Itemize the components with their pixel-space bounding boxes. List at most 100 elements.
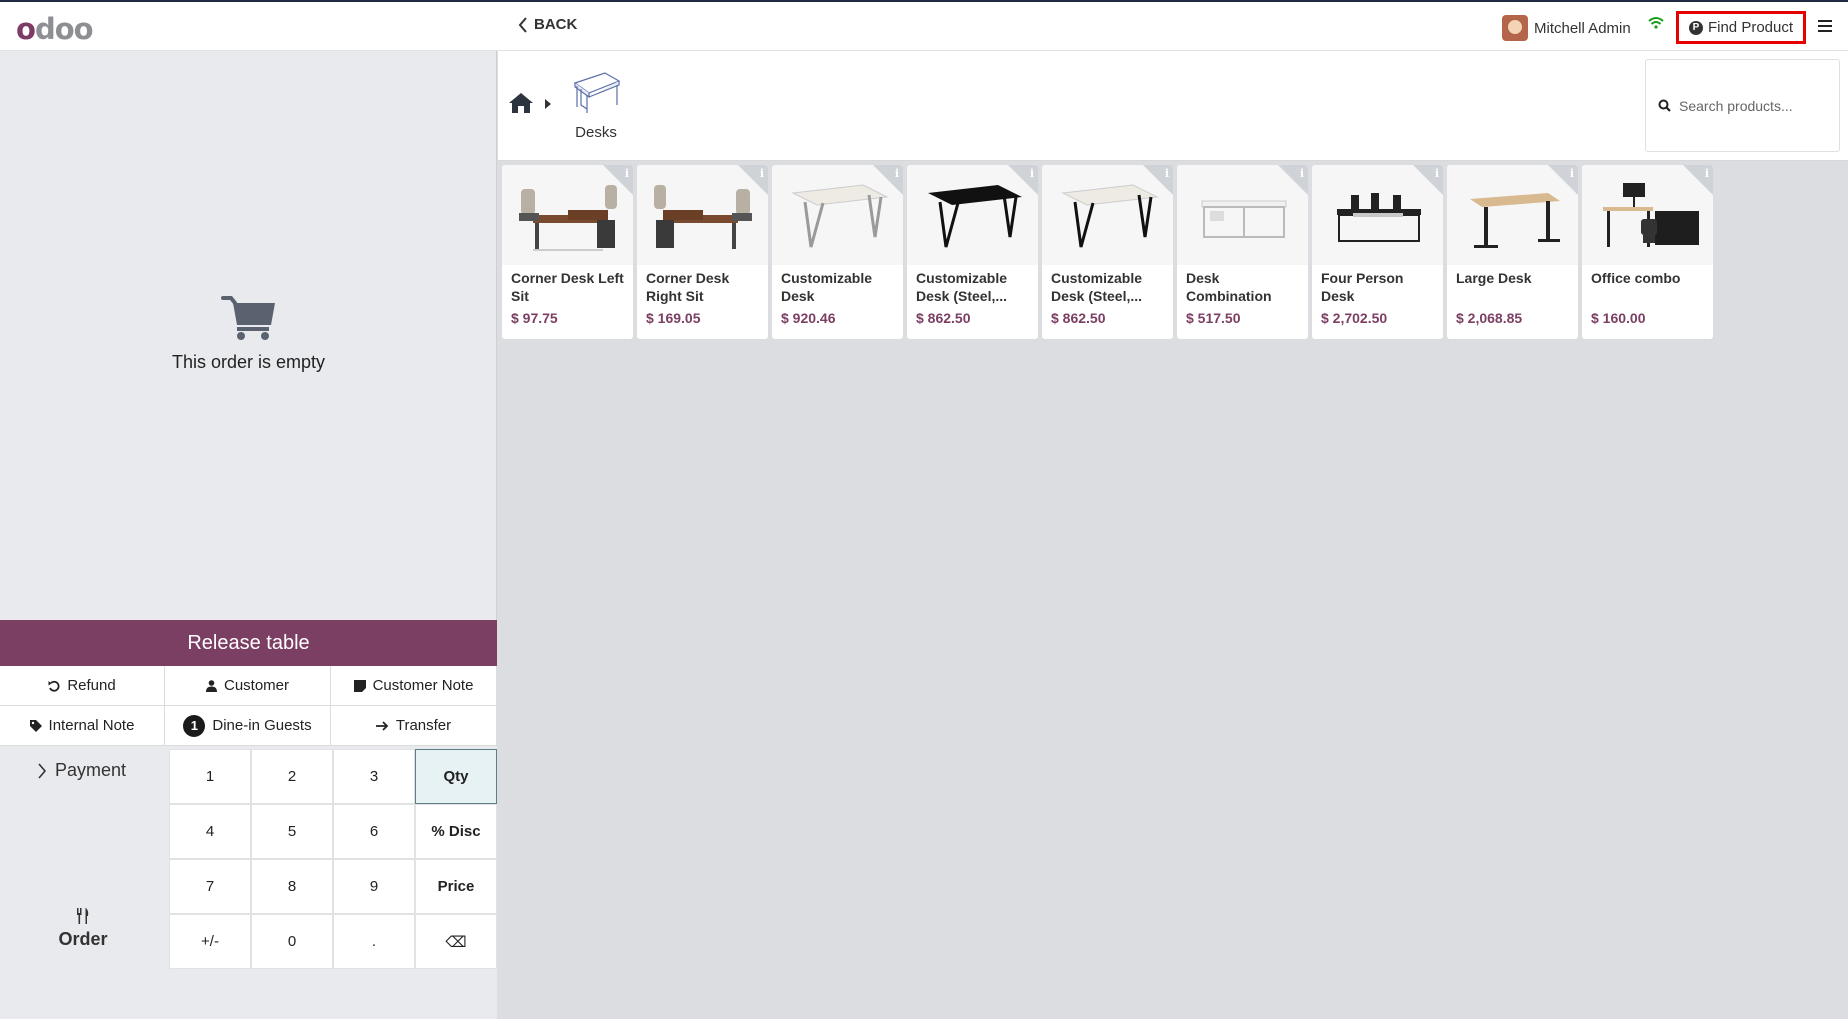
info-icon[interactable]: i bbox=[1165, 167, 1169, 180]
find-product-label: Find Product bbox=[1707, 19, 1794, 36]
product-name: Large Desk bbox=[1456, 270, 1532, 286]
customer-note-button[interactable]: Customer Note bbox=[331, 666, 497, 706]
arrow-right-icon bbox=[375, 720, 389, 731]
product-card[interactable]: i Customizable Desk (Aluminiu... $ 920.4… bbox=[772, 165, 903, 339]
customer-button[interactable]: Customer bbox=[165, 666, 331, 706]
product-card[interactable]: i Office combo $ 160.00 bbox=[1582, 165, 1713, 339]
product-price: $ 862.50 bbox=[1051, 310, 1106, 326]
payment-button[interactable]: Payment bbox=[38, 760, 126, 781]
numpad-key-7[interactable]: 7 bbox=[169, 859, 251, 914]
refund-button[interactable]: Refund bbox=[0, 666, 165, 706]
order-button[interactable]: Order bbox=[50, 908, 116, 950]
product-card[interactable]: i Corner Desk Left Sit $ 97.75 bbox=[502, 165, 633, 339]
customer-label: Customer bbox=[223, 677, 290, 694]
customer-note-label: Customer Note bbox=[372, 677, 474, 694]
release-table-button[interactable]: Release table bbox=[0, 620, 497, 666]
product-name: Office combo bbox=[1591, 270, 1681, 286]
numpad-key-8[interactable]: 8 bbox=[251, 859, 333, 914]
guests-label: Dine-in Guests bbox=[212, 717, 312, 734]
info-icon[interactable]: i bbox=[895, 167, 899, 180]
internal-note-label: Internal Note bbox=[48, 717, 135, 734]
numpad-price-mode[interactable]: Price bbox=[415, 859, 497, 914]
product-card[interactable]: i Desk Combination $ 517.50 bbox=[1177, 165, 1308, 339]
product-name: Corner Desk Left Sit bbox=[511, 270, 624, 304]
product-card[interactable]: i Customizable Desk (Steel,... $ 862.50 bbox=[1042, 165, 1173, 339]
numpad-qty-mode[interactable]: Qty bbox=[415, 749, 497, 804]
info-icon[interactable]: i bbox=[1435, 167, 1439, 180]
undo-icon bbox=[48, 680, 60, 692]
desk-icon bbox=[573, 72, 621, 113]
utensils-icon bbox=[77, 908, 89, 924]
product-name: Desk Combination bbox=[1186, 270, 1272, 304]
numpad: 1 2 3 Qty 4 5 6 % Disc 7 8 9 Price +/- 0… bbox=[169, 749, 497, 969]
category-bar: Desks bbox=[498, 51, 1848, 161]
info-icon[interactable]: i bbox=[1705, 167, 1709, 180]
numpad-key-2[interactable]: 2 bbox=[251, 749, 333, 804]
breadcrumb-separator-icon bbox=[545, 99, 551, 109]
info-icon[interactable]: i bbox=[1570, 167, 1574, 180]
product-price: $ 920.46 bbox=[781, 310, 836, 326]
info-icon[interactable]: i bbox=[625, 167, 629, 180]
product-name: Customizable Desk (Steel,... bbox=[1051, 270, 1143, 304]
transfer-button[interactable]: Transfer bbox=[331, 706, 497, 746]
numpad-key-5[interactable]: 5 bbox=[251, 804, 333, 859]
product-card[interactable]: i Customizable Desk (Steel,... $ 862.50 bbox=[907, 165, 1038, 339]
odoo-logo: odoo bbox=[16, 12, 94, 46]
product-price: $ 97.75 bbox=[511, 310, 558, 326]
p-icon: P bbox=[1688, 20, 1703, 35]
numpad-decimal[interactable]: . bbox=[333, 914, 415, 969]
search-box bbox=[1645, 59, 1840, 152]
product-price: $ 862.50 bbox=[916, 310, 971, 326]
product-price: $ 2,068.85 bbox=[1456, 310, 1523, 326]
dine-in-guests-button[interactable]: 1 Dine-in Guests bbox=[165, 706, 331, 746]
cart-icon bbox=[220, 296, 275, 340]
back-label: BACK bbox=[534, 16, 578, 33]
home-icon[interactable] bbox=[508, 92, 534, 119]
numpad-sign-toggle[interactable]: +/- bbox=[169, 914, 251, 969]
search-input[interactable] bbox=[1679, 97, 1829, 114]
hamburger-menu-icon[interactable] bbox=[1818, 20, 1832, 35]
product-name: Corner Desk Right Sit bbox=[646, 270, 730, 304]
numpad-backspace[interactable]: ⌫ bbox=[415, 914, 497, 969]
payment-label: Payment bbox=[55, 760, 127, 780]
empty-order-text: This order is empty bbox=[171, 352, 326, 372]
internal-note-button[interactable]: Internal Note bbox=[0, 706, 165, 746]
numpad-key-6[interactable]: 6 bbox=[333, 804, 415, 859]
chevron-left-icon bbox=[518, 16, 527, 33]
transfer-label: Transfer bbox=[395, 717, 452, 734]
user-name: Mitchell Admin bbox=[1534, 19, 1631, 37]
guests-count-badge: 1 bbox=[183, 714, 206, 737]
user-icon bbox=[205, 679, 217, 692]
info-icon[interactable]: i bbox=[1030, 167, 1034, 180]
product-price: $ 517.50 bbox=[1186, 310, 1241, 326]
numpad-key-0[interactable]: 0 bbox=[251, 914, 333, 969]
back-button[interactable]: BACK bbox=[518, 16, 577, 33]
product-name: Four Person Desk bbox=[1321, 270, 1404, 304]
wifi-icon bbox=[1648, 16, 1664, 35]
user-menu[interactable]: Mitchell Admin bbox=[1502, 15, 1631, 41]
refund-label: Refund bbox=[67, 677, 116, 694]
top-bar: odoo BACK Mitchell Admin P Find Product bbox=[0, 0, 1848, 51]
category-desks[interactable]: Desks bbox=[556, 69, 636, 141]
note-icon bbox=[353, 679, 366, 692]
product-card[interactable]: i Large Desk $ 2,068.85 bbox=[1447, 165, 1578, 339]
numpad-key-1[interactable]: 1 bbox=[169, 749, 251, 804]
numpad-discount-mode[interactable]: % Disc bbox=[415, 804, 497, 859]
numpad-key-4[interactable]: 4 bbox=[169, 804, 251, 859]
info-icon[interactable]: i bbox=[760, 167, 764, 180]
product-name: Customizable Desk (Steel,... bbox=[916, 270, 1008, 304]
product-card[interactable]: i Corner Desk Right Sit $ 169.05 bbox=[637, 165, 768, 339]
product-price: $ 169.05 bbox=[646, 310, 701, 326]
order-label: Order bbox=[58, 929, 108, 949]
search-icon bbox=[1658, 99, 1671, 112]
numpad-key-3[interactable]: 3 bbox=[333, 749, 415, 804]
product-name: Customizable Desk (Aluminiu... bbox=[781, 270, 873, 308]
product-grid: i Corner Desk Left Sit $ 97.75 i Corner … bbox=[502, 165, 1713, 339]
order-actions: Refund Customer Customer Note Internal N… bbox=[0, 666, 497, 746]
find-product-button[interactable]: P Find Product bbox=[1676, 11, 1806, 44]
numpad-key-9[interactable]: 9 bbox=[333, 859, 415, 914]
avatar bbox=[1502, 15, 1528, 41]
info-icon[interactable]: i bbox=[1300, 167, 1304, 180]
product-card[interactable]: i Four Person Desk $ 2,702.50 bbox=[1312, 165, 1443, 339]
bottom-controls: Payment Order 1 2 3 Qty 4 5 6 % Disc 7 8… bbox=[0, 746, 497, 1019]
